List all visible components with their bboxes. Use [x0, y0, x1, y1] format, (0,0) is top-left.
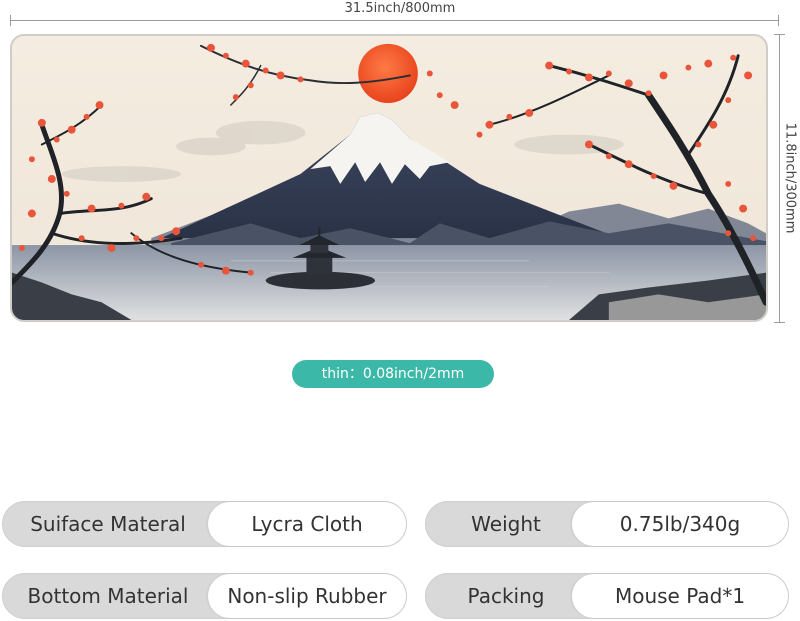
width-dimension-tick-left — [10, 15, 11, 26]
spec-value: Lycra Cloth — [208, 502, 406, 546]
spec-value: 0.75lb/340g — [572, 502, 788, 546]
width-dimension-label: 31.5inch/800mm — [344, 1, 456, 16]
height-dimension-line — [779, 34, 780, 322]
spec-label: Suiface Materal — [30, 512, 186, 536]
spec-weight: Weight 0.75lb/340g — [425, 501, 789, 547]
spec-value: Mouse Pad*1 — [572, 574, 788, 618]
spec-label: Packing — [467, 584, 545, 608]
mouse-pad-image — [10, 34, 768, 322]
width-dimension-tick-right — [778, 15, 779, 26]
spec-packing: Packing Mouse Pad*1 — [425, 573, 789, 619]
mount-fuji-painting — [12, 36, 766, 320]
spec-value: Non-slip Rubber — [208, 574, 406, 618]
height-dimension-tick-top — [774, 34, 785, 35]
height-dimension-label: 11.8inch/300mm — [782, 122, 798, 234]
spec-label: Weight — [471, 512, 541, 536]
spec-bottom-material: Bottom Material Non-slip Rubber — [2, 573, 407, 619]
spec-surface-material: Suiface Materal Lycra Cloth — [2, 501, 407, 547]
spec-label: Bottom Material — [27, 584, 189, 608]
thickness-badge: thin：0.08inch/2mm — [292, 360, 494, 388]
width-dimension-line — [10, 20, 778, 21]
height-dimension-tick-bottom — [774, 322, 785, 323]
red-sun — [358, 43, 418, 104]
